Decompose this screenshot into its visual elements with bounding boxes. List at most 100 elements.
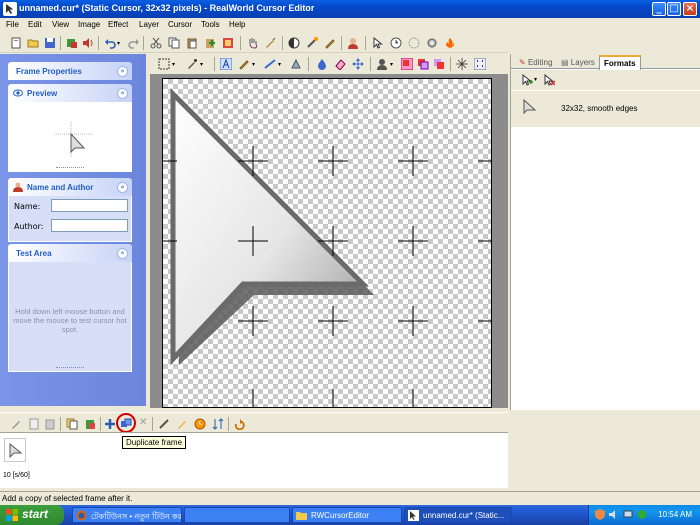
name-author-header[interactable]: Name and Author « bbox=[8, 178, 132, 196]
frame-paste-icon[interactable] bbox=[84, 418, 96, 430]
clock-icon[interactable] bbox=[390, 37, 402, 49]
tab-formats[interactable]: Formats bbox=[599, 55, 641, 70]
frame-sort-icon[interactable] bbox=[212, 418, 224, 430]
delete-format-icon[interactable] bbox=[543, 74, 555, 86]
arrow-cursor-icon[interactable] bbox=[372, 37, 384, 49]
menu-edit[interactable]: Edit bbox=[28, 20, 42, 29]
contrast-icon[interactable] bbox=[288, 37, 300, 49]
task-blank[interactable] bbox=[184, 507, 290, 523]
frame-tool-3-icon[interactable] bbox=[44, 418, 56, 430]
menu-image[interactable]: Image bbox=[78, 20, 100, 29]
test-area-hint: Hold down left mouse button and move the… bbox=[13, 307, 127, 334]
tab-editing[interactable]: ✎ Editing bbox=[515, 56, 556, 69]
frame-properties-header[interactable]: Frame Properties » bbox=[8, 62, 132, 80]
task-browser[interactable]: টেকটিউনস • নতুন টিউন কর... bbox=[72, 507, 182, 523]
fire-icon[interactable] bbox=[444, 37, 456, 49]
minimize-button[interactable]: _ bbox=[652, 2, 666, 16]
tray-shield-icon[interactable] bbox=[595, 509, 605, 520]
settings-gear-icon[interactable] bbox=[426, 37, 438, 49]
format-list-item[interactable]: 32x32, smooth edges bbox=[511, 91, 700, 127]
redo-icon[interactable] bbox=[128, 37, 140, 49]
duplicate-frame-button[interactable] bbox=[116, 413, 136, 433]
user-dropdown-icon[interactable]: ▾ bbox=[390, 61, 393, 68]
text-tool-icon[interactable] bbox=[220, 58, 232, 70]
open-folder-icon[interactable] bbox=[27, 37, 39, 49]
selection-icon[interactable] bbox=[158, 58, 170, 70]
insert-frame-icon[interactable] bbox=[104, 418, 116, 430]
user-icon[interactable] bbox=[347, 37, 359, 49]
frame-effects-icon[interactable] bbox=[158, 418, 170, 430]
line-tool-icon[interactable] bbox=[264, 58, 276, 70]
cut-icon[interactable] bbox=[150, 37, 162, 49]
close-button[interactable]: × bbox=[683, 2, 697, 16]
collapse-chevron-icon[interactable]: « bbox=[117, 88, 128, 99]
menu-help[interactable]: Help bbox=[229, 20, 245, 29]
rotate-icon[interactable] bbox=[233, 418, 245, 430]
grid-dots-icon[interactable] bbox=[474, 58, 486, 70]
delete-frame-icon[interactable]: ✕ bbox=[139, 417, 147, 428]
test-area-header[interactable]: Test Area « bbox=[8, 244, 132, 262]
frame-copy-icon[interactable] bbox=[66, 418, 78, 430]
menu-layer[interactable]: Layer bbox=[139, 20, 159, 29]
frame-tool-2-icon[interactable] bbox=[28, 418, 40, 430]
sparkle-icon[interactable] bbox=[456, 58, 468, 70]
tray-app-icon[interactable] bbox=[637, 509, 647, 520]
user-tool-icon[interactable] bbox=[376, 58, 388, 70]
line-dropdown-icon[interactable]: ▾ bbox=[278, 61, 281, 68]
start-button[interactable]: start bbox=[0, 505, 64, 525]
pencil-dropdown-icon[interactable]: ▾ bbox=[252, 61, 255, 68]
export-icon[interactable] bbox=[66, 37, 78, 49]
folder-icon bbox=[296, 512, 307, 520]
cursor-canvas[interactable] bbox=[162, 78, 492, 408]
expand-chevron-icon[interactable]: » bbox=[117, 66, 128, 77]
frame-tool-1-icon[interactable] bbox=[10, 418, 22, 430]
copy-icon[interactable] bbox=[168, 37, 180, 49]
save-icon[interactable] bbox=[44, 37, 56, 49]
tray-volume-icon[interactable] bbox=[609, 509, 619, 520]
frame-thumbnail[interactable] bbox=[4, 438, 26, 462]
busy-icon[interactable] bbox=[408, 37, 420, 49]
preview-header[interactable]: Preview « bbox=[8, 84, 132, 102]
new-file-icon[interactable] bbox=[10, 37, 22, 49]
brush-icon[interactable] bbox=[264, 37, 276, 49]
shape-tool-icon[interactable] bbox=[290, 58, 302, 70]
frame-timer-icon[interactable] bbox=[194, 418, 206, 430]
tab-layers[interactable]: ▤ Layers bbox=[557, 56, 599, 69]
eyedropper-dropdown-icon[interactable]: ▾ bbox=[200, 61, 203, 68]
move-icon[interactable] bbox=[352, 58, 364, 70]
menu-cursor[interactable]: Cursor bbox=[168, 20, 192, 29]
selection-dropdown-icon[interactable]: ▾ bbox=[172, 61, 175, 68]
author-field[interactable] bbox=[51, 219, 128, 232]
pencil-icon[interactable] bbox=[324, 37, 336, 49]
add-format-dropdown-icon[interactable]: ▾ bbox=[534, 76, 537, 83]
maximize-button[interactable]: □ bbox=[667, 2, 681, 16]
collapse-chevron-icon[interactable]: « bbox=[117, 182, 128, 193]
layer-mode-3-icon[interactable] bbox=[433, 58, 445, 70]
paste-icon[interactable] bbox=[186, 37, 198, 49]
eraser-icon[interactable] bbox=[334, 58, 346, 70]
fill-drop-icon[interactable] bbox=[316, 58, 328, 70]
undo-icon[interactable] bbox=[104, 37, 116, 49]
frame-pencil-icon[interactable] bbox=[176, 418, 188, 430]
hand-icon[interactable] bbox=[247, 37, 259, 49]
menu-view[interactable]: View bbox=[52, 20, 69, 29]
layer-mode-2-icon[interactable] bbox=[417, 58, 429, 70]
undo-dropdown-icon[interactable]: ▾ bbox=[117, 40, 120, 47]
speaker-icon[interactable] bbox=[82, 37, 94, 49]
menu-effect[interactable]: Effect bbox=[108, 20, 128, 29]
tray-network-icon[interactable] bbox=[623, 509, 633, 520]
menu-file[interactable]: File bbox=[6, 20, 19, 29]
task-cursor-editor[interactable]: unnamed.cur* (Static... bbox=[404, 507, 512, 523]
menu-tools[interactable]: Tools bbox=[201, 20, 220, 29]
layer-mode-1-icon[interactable] bbox=[401, 58, 413, 70]
paste-new-icon[interactable] bbox=[204, 37, 216, 49]
collapse-chevron-icon[interactable]: « bbox=[117, 248, 128, 259]
effects-icon[interactable] bbox=[306, 37, 318, 49]
eyedropper-icon[interactable] bbox=[186, 58, 198, 70]
pencil-tool-icon[interactable] bbox=[238, 58, 250, 70]
task-rwcursoreditor-folder[interactable]: RWCursorEditor bbox=[292, 507, 402, 523]
export-red-icon[interactable] bbox=[222, 37, 234, 49]
name-field[interactable] bbox=[51, 199, 128, 212]
test-area[interactable]: Hold down left mouse button and move the… bbox=[8, 262, 132, 372]
add-format-icon[interactable] bbox=[521, 74, 533, 86]
